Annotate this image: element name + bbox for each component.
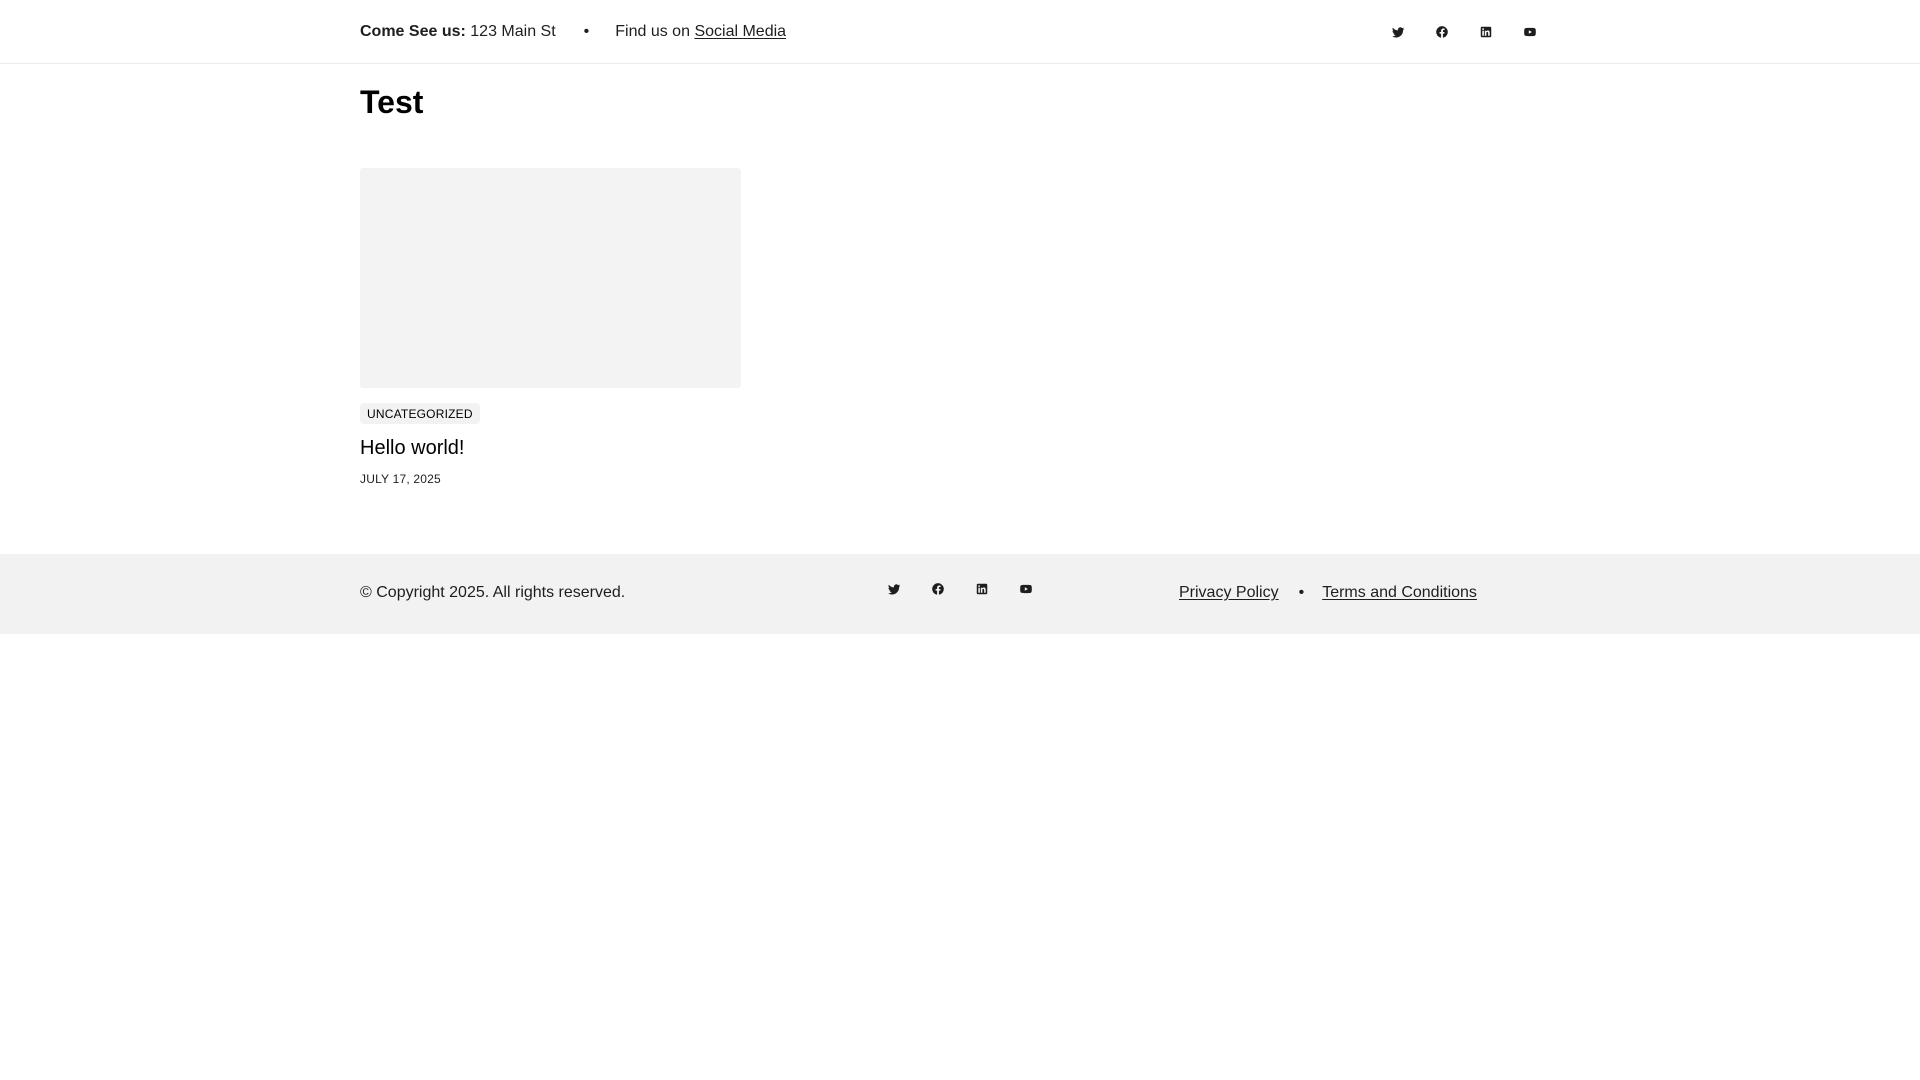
find-us-label: Find us on: [615, 22, 690, 40]
post-category-badge[interactable]: UNCATEGORIZED: [360, 403, 480, 424]
linkedin-icon[interactable]: [974, 581, 990, 597]
address-value: 123 Main St: [470, 22, 556, 40]
find-us-text: Find us on Social Media: [615, 23, 786, 41]
address-label: Come See us:: [360, 22, 466, 40]
footer-links: Privacy Policy • Terms and Conditions: [1179, 584, 1477, 602]
social-media-link[interactable]: Social Media: [694, 23, 786, 40]
terms-and-conditions-link[interactable]: Terms and Conditions: [1322, 584, 1477, 602]
header-social-links: [1390, 24, 1538, 40]
main-content: Test UNCATEGORIZED Hello world! JULY 17,…: [360, 64, 1560, 486]
footer-social-links: [886, 581, 1034, 597]
youtube-icon[interactable]: [1522, 24, 1538, 40]
twitter-icon[interactable]: [1390, 24, 1406, 40]
separator-dot: •: [1298, 584, 1305, 601]
address-text: Come See us: 123 Main St: [360, 23, 556, 41]
footer: © Copyright 2025. All rights reserved. P…: [0, 554, 1920, 634]
privacy-policy-link[interactable]: Privacy Policy: [1179, 584, 1279, 602]
copyright-text: © Copyright 2025. All rights reserved.: [360, 584, 626, 601]
post-thumbnail[interactable]: [360, 168, 741, 388]
twitter-icon[interactable]: [886, 581, 902, 597]
post-card: UNCATEGORIZED Hello world! JULY 17, 2025: [360, 168, 741, 486]
page-title: Test: [360, 84, 424, 120]
post-title: Hello world!: [360, 436, 741, 460]
top-bar-inner: Come See us: 123 Main St • Find us on So…: [360, 0, 1560, 63]
separator-dot: •: [583, 22, 590, 40]
top-bar: Come See us: 123 Main St • Find us on So…: [0, 0, 1920, 64]
facebook-icon[interactable]: [930, 581, 946, 597]
youtube-icon[interactable]: [1018, 581, 1034, 597]
post-title-link[interactable]: Hello world!: [360, 437, 464, 459]
facebook-icon[interactable]: [1434, 24, 1450, 40]
linkedin-icon[interactable]: [1478, 24, 1494, 40]
post-date: JULY 17, 2025: [360, 472, 441, 486]
